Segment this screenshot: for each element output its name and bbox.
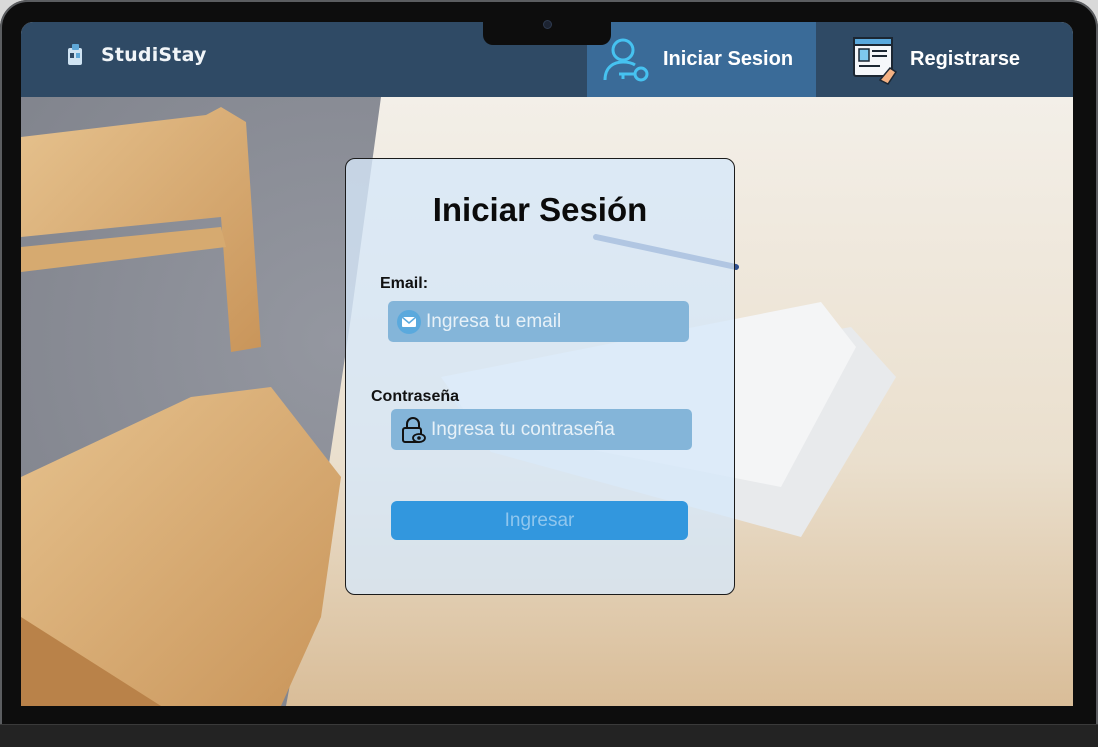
password-label: Contraseña bbox=[371, 388, 460, 405]
lock-eye-icon bbox=[402, 416, 426, 443]
nav-login-label: Iniciar Sesion bbox=[663, 48, 794, 70]
email-field[interactable]: Ingresa tu email bbox=[388, 301, 689, 342]
nav-register-tab[interactable]: Registrarse bbox=[816, 22, 1073, 97]
nav-register-label: Registrarse bbox=[910, 48, 1021, 70]
envelope-icon bbox=[397, 309, 421, 334]
password-placeholder: Ingresa tu contraseña bbox=[431, 418, 615, 440]
nav-login-tab[interactable]: Iniciar Sesion bbox=[587, 22, 816, 97]
submit-button[interactable]: Ingresar bbox=[391, 501, 688, 540]
camera-icon bbox=[543, 20, 552, 29]
login-title: Iniciar Sesión bbox=[432, 191, 648, 228]
user-key-icon bbox=[603, 38, 649, 81]
logo[interactable]: StudiStay bbox=[63, 42, 207, 68]
studistay-logo-icon bbox=[68, 44, 82, 65]
laptop-frame: StudiStay Iniciar Sesion Registrarse Ini… bbox=[0, 0, 1098, 747]
submit-button-label: Ingresar bbox=[504, 509, 575, 531]
camera-notch bbox=[483, 14, 611, 45]
chair-back bbox=[21, 107, 261, 352]
laptop-base bbox=[0, 724, 1098, 747]
email-placeholder: Ingresa tu email bbox=[426, 310, 562, 332]
screen: StudiStay Iniciar Sesion Registrarse Ini… bbox=[21, 22, 1073, 706]
logo-text: StudiStay bbox=[101, 44, 207, 66]
password-field[interactable]: Ingresa tu contraseña bbox=[391, 409, 692, 450]
login-card: Iniciar Sesión Email: Ingresa tu email C… bbox=[345, 158, 735, 595]
email-label: Email: bbox=[380, 275, 429, 292]
document-sign-icon bbox=[853, 36, 898, 85]
